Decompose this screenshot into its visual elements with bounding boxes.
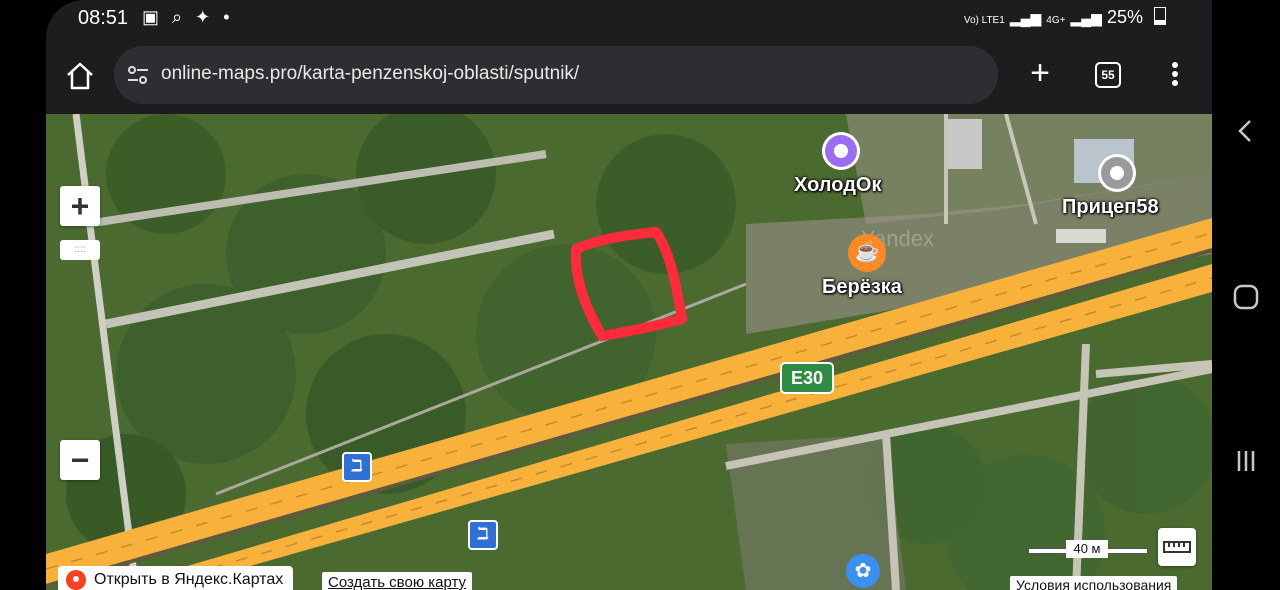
poi-label-pricep58[interactable]: Прицеп58 <box>1062 196 1159 219</box>
poi-dot-icon <box>834 144 848 158</box>
search-icon: ⌕ <box>172 7 187 27</box>
phone-screen: 08:51 ▣ ⌕ ✦ • Vo) LTE1 ▂▄▆ 4G+ ▂▄▆ 25% o… <box>0 0 1280 590</box>
url-text[interactable]: online-maps.pro/karta-penzenskoj-oblasti… <box>161 63 579 85</box>
zoom-out-button[interactable]: − <box>60 440 100 480</box>
back-icon[interactable] <box>1231 116 1261 146</box>
image-icon: ▣ <box>142 7 164 27</box>
browser-toolbar: online-maps.pro/karta-penzenskoj-oblasti… <box>46 38 1212 114</box>
signal-icon: ▂▄▆ <box>1070 10 1102 26</box>
flower-icon: ✿ <box>854 560 872 582</box>
road-shield-e30: E30 <box>780 362 834 394</box>
cafe-icon: ☕ <box>854 241 880 263</box>
open-in-yandex-label: Открыть в Яндекс.Картах <box>94 571 284 588</box>
home-nav-icon[interactable] <box>1231 282 1261 312</box>
tab-switcher-button[interactable]: 55 <box>1095 62 1121 88</box>
create-your-map-link[interactable]: Создать свою карту <box>322 572 473 590</box>
ruler-button[interactable] <box>1158 528 1196 566</box>
zoom-in-button[interactable]: + <box>60 186 100 226</box>
battery-percent: 25% <box>1106 7 1143 27</box>
poi-pin-holodok[interactable] <box>822 132 860 170</box>
status-notification-icons: ▣ ⌕ ✦ • <box>142 7 234 28</box>
more-options-icon[interactable] <box>1163 58 1187 90</box>
poi-label-berezka[interactable]: Берёзка <box>822 276 902 299</box>
terms-of-use-link[interactable]: Условия использования <box>1010 576 1178 590</box>
home-icon[interactable] <box>64 60 96 92</box>
ruler-icon <box>1163 541 1191 553</box>
recent-apps-icon[interactable] <box>1231 446 1261 476</box>
satellite-imagery: Yandex <box>46 114 1212 590</box>
status-right-group: Vo) LTE1 ▂▄▆ 4G+ ▂▄▆ 25% <box>964 7 1166 28</box>
poi-pin-flower[interactable]: ✿ <box>846 554 880 588</box>
zoom-slider-handle[interactable]: :::: <box>60 240 100 260</box>
new-tab-button[interactable]: + <box>1022 56 1058 90</box>
network-label: Vo) LTE1 <box>963 15 1005 26</box>
poi-pin-pricep58[interactable] <box>1098 154 1136 192</box>
poi-dot-icon <box>1110 166 1124 180</box>
site-settings-icon[interactable] <box>126 64 150 86</box>
status-bar: 08:51 ▣ ⌕ ✦ • Vo) LTE1 ▂▄▆ 4G+ ▂▄▆ 25% <box>46 0 1212 38</box>
yandex-maps-pin-icon <box>66 570 86 590</box>
plus-icon: + <box>70 188 90 224</box>
dot-icon: • <box>223 7 234 27</box>
poi-pin-berezka[interactable]: ☕ <box>848 234 886 272</box>
status-time: 08:51 <box>78 7 129 29</box>
minus-icon: − <box>70 442 90 478</box>
poi-label-holodok[interactable]: ХолодОк <box>794 174 881 197</box>
sparkle-icon: ✦ <box>195 7 215 27</box>
signal-label: 4G+ <box>1046 15 1066 26</box>
satellite-map[interactable]: Yandex + :::: − ХолодОк Прицеп58 ☕ Берёз… <box>46 114 1212 590</box>
scale-label: 40 м <box>1066 540 1108 558</box>
battery-icon <box>1154 7 1166 25</box>
bus-stop-icon[interactable]: ℶ <box>342 452 372 482</box>
signal-icon: ▂▄▆ <box>1009 10 1042 26</box>
address-bar[interactable]: online-maps.pro/karta-penzenskoj-oblasti… <box>114 46 998 104</box>
android-nav-bar <box>1212 0 1280 590</box>
bus-stop-icon[interactable]: ℶ <box>468 520 498 550</box>
open-in-yandex-maps-link[interactable]: Открыть в Яндекс.Картах <box>58 566 294 590</box>
